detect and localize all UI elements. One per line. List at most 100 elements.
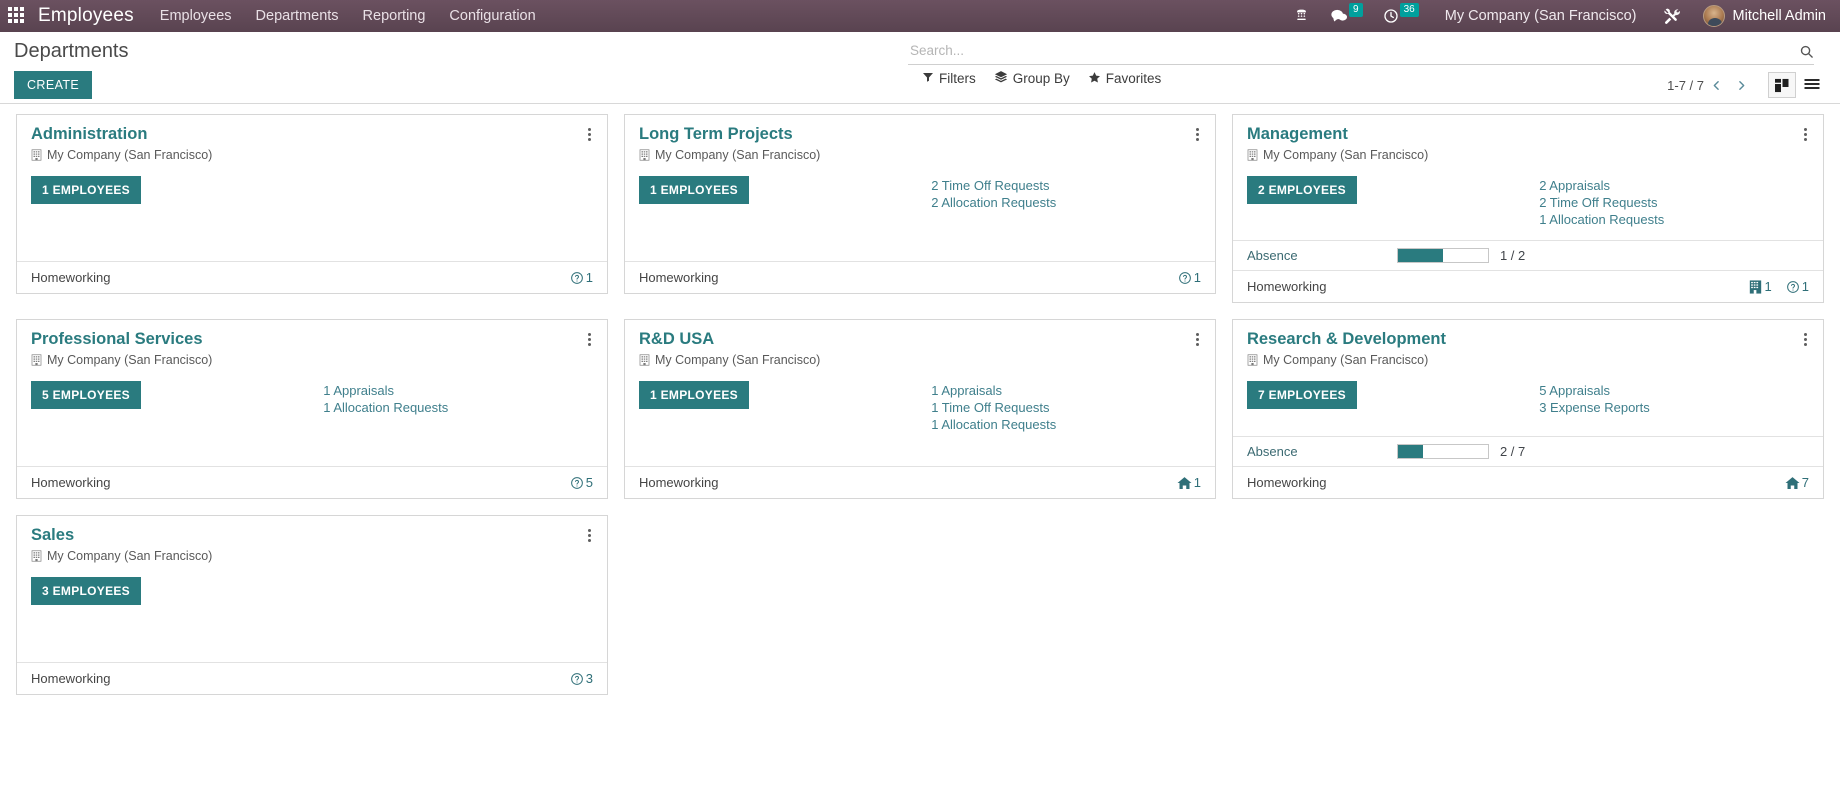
card-stat-links bbox=[323, 577, 593, 605]
user-menu[interactable]: Mitchell Admin bbox=[1702, 5, 1830, 27]
office-building-counter[interactable]: 1 bbox=[1749, 279, 1772, 294]
employees-count-button[interactable]: 7 EMPLOYEES bbox=[1246, 381, 1357, 410]
apps-grid-icon[interactable] bbox=[8, 7, 26, 25]
create-button[interactable]: CREATE bbox=[14, 71, 93, 99]
card-company: My Company (San Francisco) bbox=[639, 353, 1201, 367]
absence-value: 1 / 2 bbox=[1499, 248, 1526, 264]
phone-keypad-icon[interactable] bbox=[1293, 8, 1310, 25]
kebab-menu-icon[interactable] bbox=[586, 125, 593, 144]
building-icon bbox=[31, 550, 42, 562]
kanban-card[interactable]: Research & Development My Company (San F… bbox=[1231, 319, 1824, 500]
kanban-card-footer: Homeworking 1 1 bbox=[1232, 270, 1823, 302]
question-circle-counter[interactable]: 1 bbox=[570, 270, 593, 285]
kanban-card-header: R&D USA bbox=[639, 330, 1201, 350]
stat-link[interactable]: 1 Allocation Requests bbox=[931, 416, 1201, 433]
menu-configuration[interactable]: Configuration bbox=[449, 8, 535, 24]
employees-count-button[interactable]: 1 EMPLOYEES bbox=[638, 175, 749, 204]
card-company: My Company (San Francisco) bbox=[1247, 148, 1809, 162]
absence-label: Absence bbox=[1246, 444, 1298, 460]
kanban-card-body: Administration My Company (San Francisco… bbox=[17, 115, 607, 261]
card-company-label: My Company (San Francisco) bbox=[1262, 353, 1429, 368]
kanban-card[interactable]: Management My Company (San Francisco) 2 E… bbox=[1231, 114, 1824, 304]
employees-count-button[interactable]: 5 EMPLOYEES bbox=[31, 381, 141, 410]
absence-row: Absence 1 / 2 bbox=[1232, 240, 1823, 270]
question-circle-counter[interactable]: 3 bbox=[570, 671, 593, 686]
app-brand-employees[interactable]: Employees bbox=[38, 5, 134, 27]
footer-icon-count: 3 bbox=[585, 671, 593, 687]
kanban-view-icon[interactable] bbox=[1768, 72, 1796, 98]
employees-count-button[interactable]: 3 EMPLOYEES bbox=[31, 577, 141, 606]
avatar bbox=[1702, 5, 1725, 27]
chevron-left-icon[interactable] bbox=[1704, 79, 1729, 92]
absence-progress-bar[interactable] bbox=[1396, 248, 1489, 264]
department-title[interactable]: Research & Development bbox=[1247, 330, 1446, 350]
clock-icon[interactable]: 36 bbox=[1383, 3, 1419, 24]
department-title[interactable]: Professional Services bbox=[31, 330, 203, 350]
stat-link[interactable]: 3 Expense Reports bbox=[1539, 399, 1809, 416]
company-switcher[interactable]: My Company (San Francisco) bbox=[1445, 8, 1637, 24]
kebab-menu-icon[interactable] bbox=[586, 526, 593, 545]
kebab-menu-icon[interactable] bbox=[586, 330, 593, 349]
favorites-dropdown[interactable]: Favorites bbox=[1088, 71, 1161, 87]
wrench-screwdriver-icon[interactable] bbox=[1663, 7, 1681, 25]
question-circle-icon bbox=[570, 476, 584, 490]
employees-count-button[interactable]: 1 EMPLOYEES bbox=[31, 175, 141, 204]
absence-progress-bar[interactable] bbox=[1396, 444, 1489, 460]
menu-reporting[interactable]: Reporting bbox=[363, 8, 426, 24]
group-by-dropdown[interactable]: Group By bbox=[994, 70, 1070, 87]
kanban-card[interactable]: R&D USA My Company (San Francisco) 1 EMPL… bbox=[623, 319, 1216, 500]
stat-link[interactable]: 5 Appraisals bbox=[1539, 382, 1809, 399]
department-title[interactable]: Sales bbox=[31, 526, 74, 546]
footer-icon-group: 1 1 bbox=[1749, 279, 1809, 294]
stat-link[interactable]: 2 Time Off Requests bbox=[1539, 194, 1809, 211]
stat-link[interactable]: 1 Appraisals bbox=[931, 382, 1201, 399]
kanban-card-body: Management My Company (San Francisco) 2 E… bbox=[1233, 115, 1823, 240]
card-columns: 7 EMPLOYEES 5 Appraisals 3 Expense Reports bbox=[1246, 381, 1809, 416]
kanban-card-body: Long Term Projects My Company (San Franc… bbox=[625, 115, 1215, 261]
search-input[interactable] bbox=[908, 42, 1793, 60]
kanban-card-wrapper: Administration My Company (San Francisco… bbox=[8, 114, 616, 319]
stat-link[interactable]: 2 Appraisals bbox=[1539, 177, 1809, 194]
department-title[interactable]: Long Term Projects bbox=[639, 125, 793, 145]
question-circle-counter[interactable]: 1 bbox=[1178, 270, 1201, 285]
chat-bubble-icon[interactable]: 9 bbox=[1330, 3, 1363, 24]
stat-link[interactable]: 1 Allocation Requests bbox=[323, 399, 593, 416]
filters-dropdown[interactable]: Filters bbox=[922, 71, 976, 86]
kanban-card[interactable]: Administration My Company (San Francisco… bbox=[16, 114, 608, 294]
stat-link[interactable]: 1 Allocation Requests bbox=[1539, 211, 1809, 228]
footer-icon-group: 1 bbox=[1177, 475, 1201, 490]
chevron-right-icon[interactable] bbox=[1729, 79, 1754, 92]
department-title[interactable]: Management bbox=[1247, 125, 1348, 145]
kanban-card[interactable]: Professional Services My Company (San Fr… bbox=[16, 319, 608, 500]
kebab-menu-icon[interactable] bbox=[1802, 330, 1809, 349]
kebab-menu-icon[interactable] bbox=[1802, 125, 1809, 144]
card-company: My Company (San Francisco) bbox=[31, 549, 593, 563]
kebab-menu-icon[interactable] bbox=[1194, 125, 1201, 144]
home-icon bbox=[1785, 476, 1800, 490]
card-left-column: 5 EMPLOYEES bbox=[31, 381, 323, 416]
department-title[interactable]: R&D USA bbox=[639, 330, 714, 350]
kanban-card[interactable]: Long Term Projects My Company (San Franc… bbox=[623, 114, 1216, 294]
list-view-icon[interactable] bbox=[1798, 72, 1826, 98]
menu-employees[interactable]: Employees bbox=[160, 8, 232, 24]
kanban-card[interactable]: Sales My Company (San Francisco) 3 EMPLOY… bbox=[16, 515, 608, 696]
question-circle-icon bbox=[1178, 271, 1192, 285]
home-counter[interactable]: 1 bbox=[1177, 475, 1201, 490]
messages-count-badge: 9 bbox=[1349, 3, 1363, 17]
view-switcher bbox=[1768, 72, 1826, 98]
stat-link[interactable]: 1 Time Off Requests bbox=[931, 399, 1201, 416]
stat-link[interactable]: 1 Appraisals bbox=[323, 382, 593, 399]
question-circle-counter[interactable]: 5 bbox=[570, 475, 593, 490]
footer-icon-group: 7 bbox=[1785, 475, 1809, 490]
kebab-menu-icon[interactable] bbox=[1194, 330, 1201, 349]
card-company: My Company (San Francisco) bbox=[639, 148, 1201, 162]
stat-link[interactable]: 2 Allocation Requests bbox=[931, 194, 1201, 211]
search-icon[interactable] bbox=[1793, 44, 1814, 59]
employees-count-button[interactable]: 2 EMPLOYEES bbox=[1246, 175, 1357, 204]
department-title[interactable]: Administration bbox=[31, 125, 147, 145]
stat-link[interactable]: 2 Time Off Requests bbox=[931, 177, 1201, 194]
employees-count-button[interactable]: 1 EMPLOYEES bbox=[638, 381, 749, 410]
menu-departments[interactable]: Departments bbox=[256, 8, 339, 24]
home-counter[interactable]: 7 bbox=[1785, 475, 1809, 490]
question-circle-counter[interactable]: 1 bbox=[1786, 279, 1809, 294]
